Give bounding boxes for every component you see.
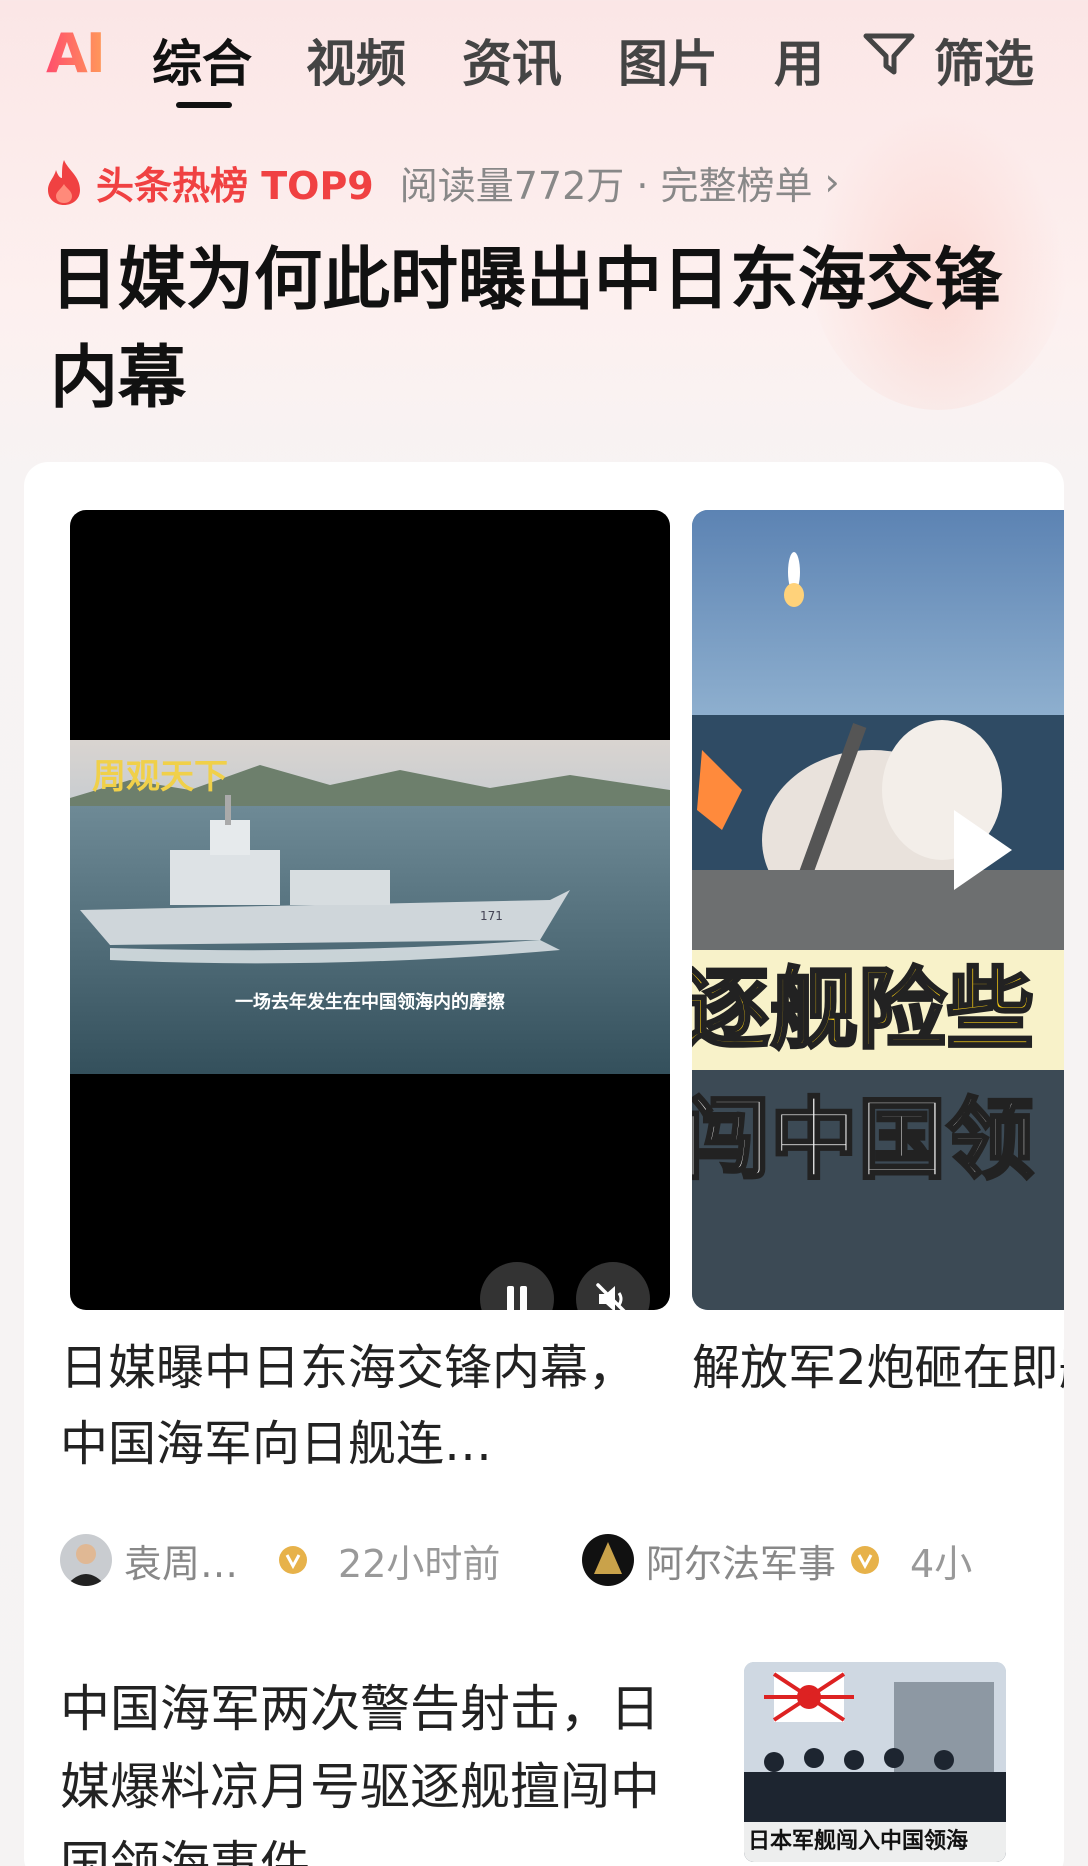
publish-time: 22小时前: [338, 1541, 501, 1586]
hull-number: 171: [480, 909, 503, 923]
author-name[interactable]: 阿尔法军事: [646, 1533, 836, 1588]
video-caption-2[interactable]: 解放军2炮砸在即舰险些有来无回: [692, 1330, 1064, 1406]
filter-icon[interactable]: [862, 28, 916, 78]
verified-badge-icon: [279, 1546, 308, 1574]
chevron-right-icon[interactable]: ›: [825, 160, 840, 204]
pause-icon: [507, 1286, 527, 1310]
pause-button[interactable]: [480, 1262, 554, 1310]
avatar: [60, 1534, 112, 1586]
filter-button[interactable]: 筛选: [934, 24, 1034, 96]
video-caption-1[interactable]: 日媒曝中日东海交锋内幕，中国海军向日舰连…: [60, 1330, 650, 1482]
hot-list-meta[interactable]: 阅读量772万 · 完整榜单: [400, 155, 813, 210]
video-frame-warship: 171 周观天下 一场去年发生在中国领海内的摩擦: [70, 740, 670, 1074]
video-frame-missile: 逐舰险些 闯中国领: [692, 510, 1064, 1310]
video-thumbnail-2[interactable]: 逐舰险些 闯中国领: [692, 510, 1064, 1310]
tab-images[interactable]: 图片: [618, 24, 718, 96]
mute-button[interactable]: [576, 1262, 650, 1310]
author-name[interactable]: 袁周…: [124, 1533, 238, 1588]
tab-comprehensive[interactable]: 综合: [152, 24, 252, 96]
hot-list-banner[interactable]: 头条热榜 TOP9 阅读量772万 · 完整榜单 ›: [44, 154, 840, 210]
article-thumbnail[interactable]: 日本军舰闯入中国领海: [744, 1662, 1006, 1862]
verified-badge-icon: [851, 1546, 880, 1574]
video-subtitle: 一场去年发生在中国领海内的摩擦: [235, 991, 505, 1013]
flame-icon: [48, 160, 80, 205]
search-tabs: AI 综合 视频 资讯 图片 用 筛选: [0, 0, 1088, 110]
publish-time: 4小: [910, 1541, 973, 1586]
avatar: [582, 1534, 634, 1586]
article-title[interactable]: 中国海军两次警告射击，日媒爆料凉月号驱逐舰擅闯中国领海事件: [60, 1670, 660, 1866]
results-card: 171 周观天下 一场去年发生在中国领海内的摩擦 逐舰险些 闯中国领 日媒曝中日…: [24, 462, 1064, 1866]
author-row-2[interactable]: 阿尔法军事 4小: [582, 1532, 972, 1588]
tab-video[interactable]: 视频: [306, 24, 406, 96]
muted-speaker-icon: [596, 1283, 626, 1310]
tab-news[interactable]: 资讯: [462, 24, 562, 96]
video-overlay-text-1: 逐舰险些: [692, 958, 1034, 1061]
active-tab-indicator: [176, 102, 232, 108]
author-row-1[interactable]: 袁周… 22小时前: [60, 1532, 500, 1588]
channel-watermark: 周观天下: [92, 757, 228, 797]
page-title[interactable]: 日媒为何此时曝出中日东海交锋内幕: [50, 232, 1030, 428]
tab-users[interactable]: 用: [774, 24, 824, 96]
thumbnail-caption: 日本军舰闯入中国领海: [744, 1822, 1006, 1862]
hot-list-label: 头条热榜 TOP9: [96, 163, 374, 208]
tab-ai[interactable]: AI: [46, 22, 106, 85]
video-player[interactable]: 171 周观天下 一场去年发生在中国领海内的摩擦: [70, 510, 670, 1310]
video-overlay-text-2: 闯中国领: [692, 1088, 1034, 1191]
